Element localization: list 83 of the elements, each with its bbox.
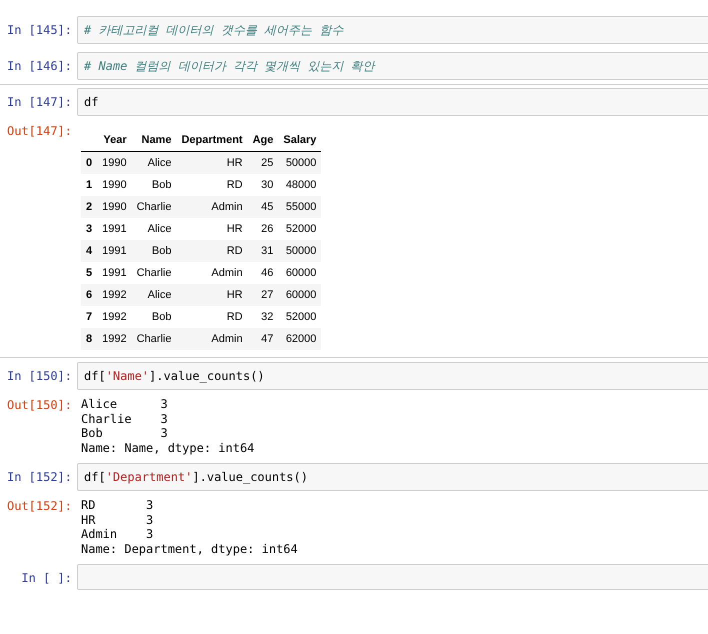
- output-line: HR 3: [81, 512, 154, 527]
- table-cell: 32: [248, 306, 278, 328]
- row-index: 0: [81, 152, 98, 174]
- row-index: 8: [81, 328, 98, 350]
- output-line: Name: Name, dtype: int64: [81, 440, 254, 455]
- table-cell: Bob: [132, 306, 176, 328]
- row-index: 5: [81, 262, 98, 284]
- notebook-cell[interactable]: [0, 84, 708, 358]
- output-line: Bob 3: [81, 426, 168, 440]
- table-cell: 47: [248, 328, 278, 350]
- table-cell: RD: [176, 174, 248, 196]
- table-cell: RD: [176, 306, 248, 328]
- row-index: 7: [81, 306, 98, 328]
- table-cell: 31: [248, 240, 278, 262]
- table-cell: 1991: [97, 240, 132, 262]
- notebook-cell[interactable]: In [146]: # Name 컬럼의 데이터가 각각 몇개씩 있는지 확안: [0, 48, 708, 84]
- table-cell: 55000: [278, 196, 322, 218]
- table-cell: 1992: [97, 306, 132, 328]
- code-input[interactable]: df['Name'].value_counts(): [77, 362, 708, 390]
- output-prompt: Out[147]:: [6, 123, 73, 139]
- row-index: 2: [81, 196, 98, 218]
- table-cell: Charlie: [132, 196, 176, 218]
- output-line: Alice 3: [81, 397, 168, 412]
- table-cell: 60000: [278, 262, 322, 284]
- table-cell: 1991: [97, 262, 132, 284]
- row-index: 6: [81, 284, 98, 306]
- row-index: 4: [81, 240, 98, 262]
- input-prompt: In [147]:: [6, 94, 73, 110]
- table-cell: Alice: [132, 218, 176, 240]
- row-index: 1: [81, 174, 98, 196]
- output-line: Admin 3: [81, 527, 154, 542]
- table-cell: HR: [176, 284, 248, 306]
- code-input[interactable]: # 카테고리컬 데이터의 갯수를 세어주는 함수: [77, 16, 708, 44]
- table-cell: HR: [176, 218, 248, 240]
- code-input[interactable]: df['Department'].value_counts(): [77, 463, 708, 491]
- input-prompt: In [152]:: [6, 469, 73, 485]
- input-prompt: In [146]:: [6, 58, 73, 74]
- table-cell: Charlie: [132, 328, 176, 350]
- table-cell: Bob: [132, 174, 176, 196]
- table-cell: 1992: [97, 328, 132, 350]
- table-cell: 27: [248, 284, 278, 306]
- table-cell: Alice: [132, 152, 176, 174]
- table-cell: Admin: [176, 196, 248, 218]
- table-cell: 50000: [278, 240, 322, 262]
- table-cell: RD: [176, 240, 248, 262]
- output-prompt: Out[150]:: [6, 397, 73, 413]
- notebook-cell[interactable]: In [145]: # 카테고리컬 데이터의 갯수를 세어주는 함수: [0, 12, 708, 48]
- table-cell: 1991: [97, 218, 132, 240]
- table-cell: 50000: [278, 152, 322, 174]
- notebook-cell[interactable]: In [152]: df['Department'].value_counts() Out[152]: RD 3 HR 3 Admin 3 Name: Department, dtype: int64: [0, 459, 708, 560]
- table-cell: Admin: [176, 328, 248, 350]
- table-cell: 1990: [97, 174, 132, 196]
- input-prompt: In [150]:: [6, 368, 73, 384]
- code-input[interactable]: # Name 컬럼의 데이터가 각각 몇개씩 있는지 확안: [77, 52, 708, 80]
- table-cell: Alice: [132, 284, 176, 306]
- table-cell: Admin: [176, 262, 248, 284]
- table-cell: 30: [248, 174, 278, 196]
- table-cell: 52000: [278, 218, 322, 240]
- table-cell: 62000: [278, 328, 322, 350]
- code-input[interactable]: [77, 564, 708, 590]
- output-line: Name: Department, dtype: int64: [81, 542, 298, 556]
- output-line: RD 3: [81, 498, 154, 512]
- table-cell: 48000: [278, 174, 322, 196]
- notebook-cell[interactable]: In [ ]:: [0, 560, 708, 594]
- table-cell: 26: [248, 218, 278, 240]
- output-line: Charlie 3: [81, 412, 168, 426]
- table-cell: Bob: [132, 240, 176, 262]
- table-cell: Charlie: [132, 262, 176, 284]
- table-cell: 1992: [97, 284, 132, 306]
- notebook-cell[interactable]: In [150]: df['Name'].value_counts() Out[150]: Alice 3 Charlie 3 Bob 3 Name: Name, dtype: int64: [0, 358, 708, 459]
- table-cell: 1990: [97, 196, 132, 218]
- code-input[interactable]: df: [77, 88, 708, 116]
- table-cell: 52000: [278, 306, 322, 328]
- table-cell: 45: [248, 196, 278, 218]
- table-cell: 60000: [278, 284, 322, 306]
- row-index: 3: [81, 218, 98, 240]
- table-cell: 46: [248, 262, 278, 284]
- input-prompt: In [145]:: [6, 22, 73, 38]
- input-prompt: In [ ]:: [20, 570, 73, 586]
- table-cell: 1990: [97, 152, 132, 174]
- table-cell: 25: [248, 152, 278, 174]
- output-prompt: Out[152]:: [6, 498, 73, 514]
- table-cell: HR: [176, 152, 248, 174]
